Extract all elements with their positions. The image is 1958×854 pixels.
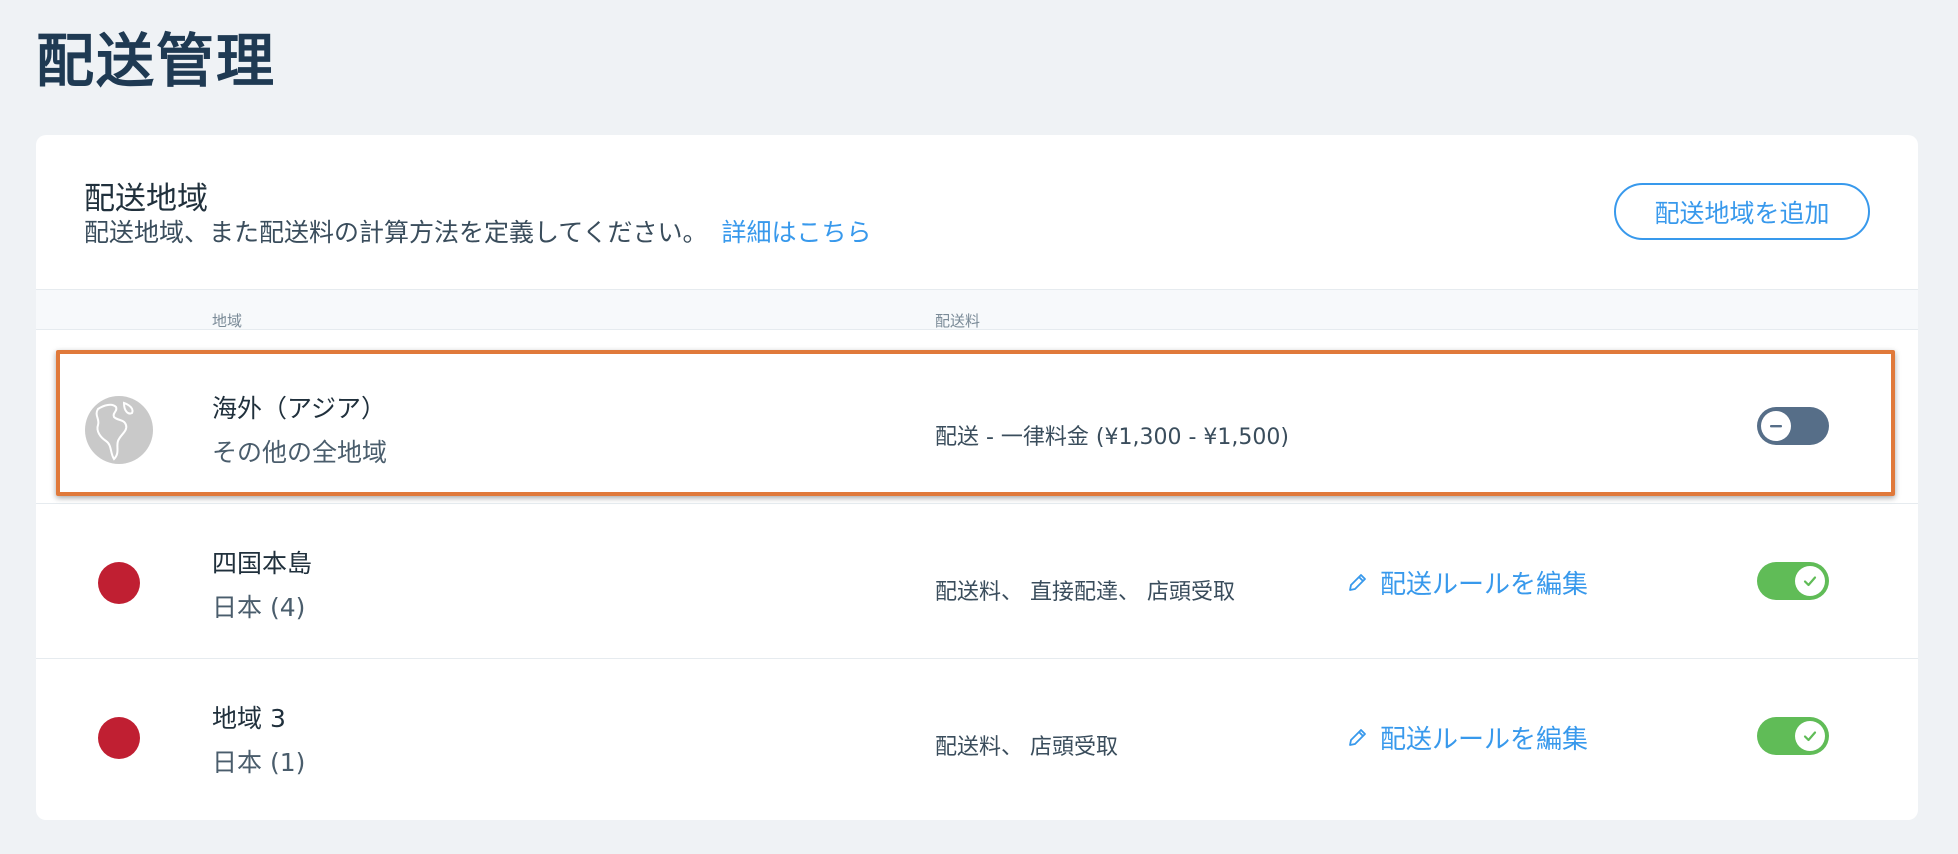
column-header-region: 地域 [212, 312, 243, 330]
check-icon [1803, 576, 1817, 587]
shipping-fee-summary: 配送料、 直接配達、 店頭受取 [935, 580, 1235, 605]
region-name: 地域 3 [212, 704, 286, 733]
shipping-fee-summary: 配送 - 一律料金 (¥1,300 - ¥1,500) [935, 425, 1289, 450]
table-header: 地域 配送料 [36, 289, 1918, 330]
edit-rules-label: 配送ルールを編集 [1380, 570, 1589, 600]
region-scope: 日本 (1) [212, 748, 306, 777]
region-toggle[interactable] [1757, 407, 1829, 445]
region-scope: その他の全地域 [212, 438, 388, 467]
page-title: 配送管理 [36, 27, 277, 95]
column-header-fee: 配送料 [935, 312, 981, 330]
toggle-knob [1761, 411, 1791, 441]
region-toggle[interactable] [1757, 717, 1829, 755]
region-name: 四国本島 [212, 549, 313, 578]
region-scope: 日本 (4) [212, 593, 306, 622]
table-row-region-3[interactable]: 地域 3 日本 (1) 配送料、 店頭受取 配送ルールを編集 [36, 659, 1918, 814]
card-header: 配送地域 配送地域、また配送料の計算方法を定義してください。 詳細はこちら 配送地… [36, 135, 1918, 289]
region-toggle[interactable] [1757, 562, 1829, 600]
japan-flag-icon [98, 717, 140, 759]
shipping-regions-card: 配送地域 配送地域、また配送料の計算方法を定義してください。 詳細はこちら 配送地… [36, 135, 1918, 820]
toggle-knob [1795, 566, 1825, 596]
toggle-knob [1795, 721, 1825, 751]
add-region-button[interactable]: 配送地域を追加 [1614, 183, 1870, 240]
japan-flag-icon [98, 562, 140, 604]
learn-more-link[interactable]: 詳細はこちら [722, 218, 872, 247]
table-row-overseas-asia[interactable]: 海外（アジア） その他の全地域 配送 - 一律料金 (¥1,300 - ¥1,5… [36, 349, 1918, 504]
edit-rules-label: 配送ルールを編集 [1380, 725, 1589, 755]
region-name: 海外（アジア） [212, 394, 387, 423]
pencil-icon [1349, 728, 1366, 746]
globe-icon [85, 396, 153, 464]
edit-shipping-rules-link[interactable]: 配送ルールを編集 [1346, 564, 1588, 601]
pencil-icon [1349, 573, 1366, 591]
check-icon [1803, 731, 1817, 742]
minus-icon [1770, 425, 1782, 428]
shipping-fee-summary: 配送料、 店頭受取 [935, 735, 1118, 760]
edit-shipping-rules-link[interactable]: 配送ルールを編集 [1346, 719, 1588, 756]
section-description: 配送地域、また配送料の計算方法を定義してください。 詳細はこちら [84, 213, 872, 249]
description-text: 配送地域、また配送料の計算方法を定義してください。 [84, 218, 708, 247]
table-row-shikoku[interactable]: 四国本島 日本 (4) 配送料、 直接配達、 店頭受取 配送ルールを編集 [36, 504, 1918, 659]
section-title: 配送地域 [84, 181, 208, 217]
